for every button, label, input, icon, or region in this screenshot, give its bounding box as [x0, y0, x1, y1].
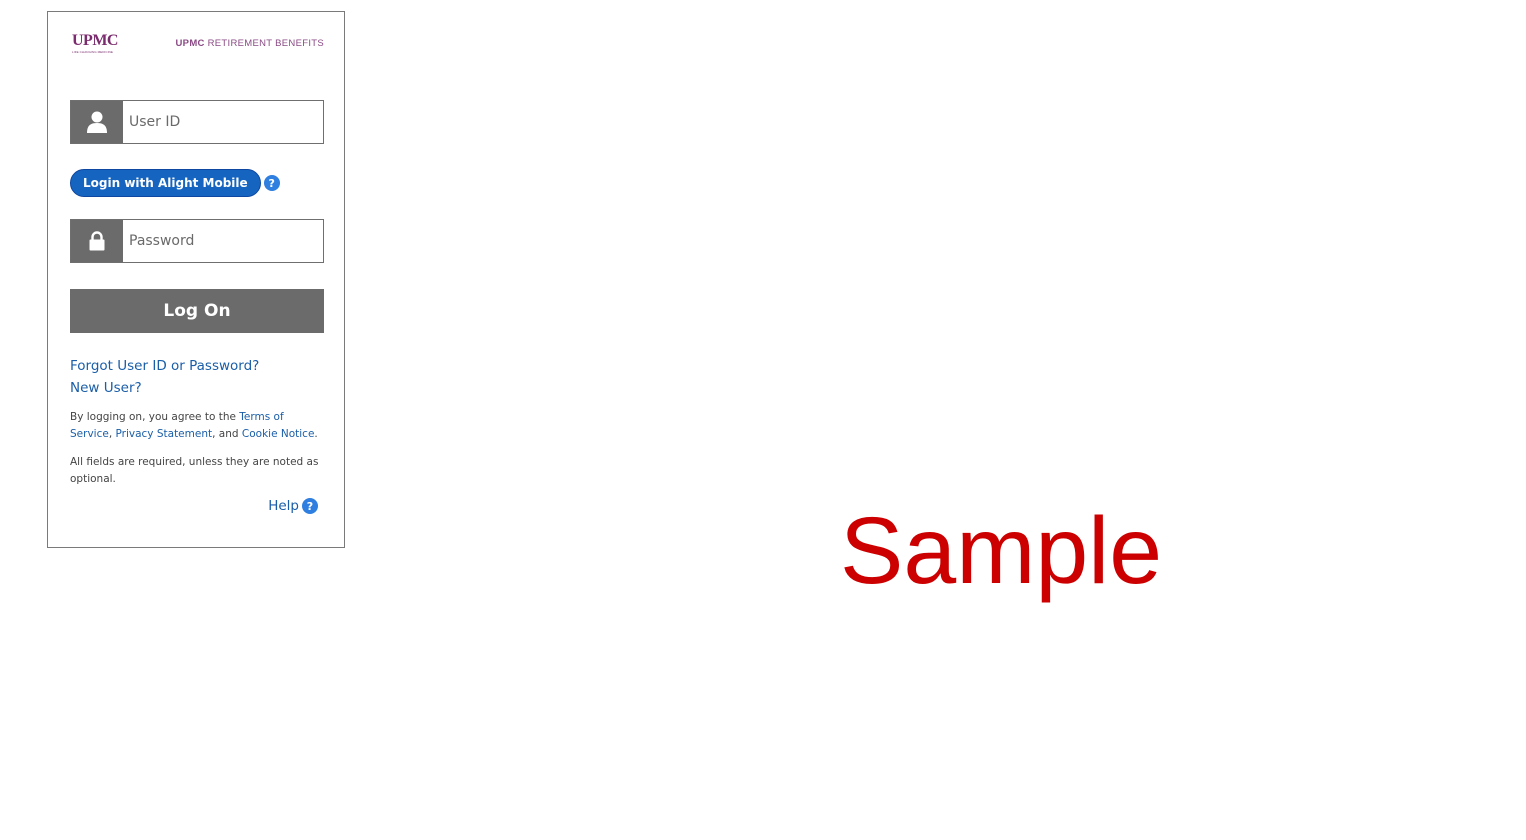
alight-login-row: Login with Alight Mobile ?: [70, 169, 280, 197]
help-link[interactable]: Help: [268, 498, 299, 514]
legal-agreement-text: By logging on, you agree to the Terms of…: [70, 409, 324, 443]
log-on-button[interactable]: Log On: [70, 289, 324, 333]
legal-prefix: By logging on, you agree to the: [70, 411, 240, 423]
upmc-logo-tagline: LIFE CHANGING MEDICINE: [72, 50, 114, 54]
legal-comma: ,: [108, 428, 113, 440]
new-user-link[interactable]: New User?: [70, 377, 259, 399]
help-row: Help ?: [268, 498, 318, 514]
legal-period: .: [314, 428, 318, 440]
login-card: UPMC LIFE CHANGING MEDICINE UPMC RETIREM…: [47, 11, 345, 548]
sample-watermark: Sample: [840, 498, 1163, 604]
header-logos: UPMC LIFE CHANGING MEDICINE UPMC RETIREM…: [72, 32, 324, 56]
help-icon[interactable]: ?: [302, 498, 318, 514]
upmc-logo: UPMC LIFE CHANGING MEDICINE: [72, 32, 118, 54]
user-id-field: [70, 100, 324, 144]
alight-help-icon[interactable]: ?: [263, 175, 280, 191]
password-input[interactable]: [123, 220, 323, 262]
cookie-notice-link[interactable]: Cookie Notice: [242, 428, 315, 440]
legal-and: , and: [212, 428, 242, 440]
site-name: UPMC RETIREMENT BENEFITS: [176, 38, 324, 49]
privacy-statement-link[interactable]: Privacy Statement: [116, 428, 213, 440]
forgot-credentials-link[interactable]: Forgot User ID or Password?: [70, 355, 259, 377]
account-links: Forgot User ID or Password? New User?: [70, 355, 259, 399]
password-field: [70, 219, 324, 263]
person-icon: [71, 101, 123, 143]
site-name-bold: UPMC: [175, 38, 205, 49]
required-fields-note: All fields are required, unless they are…: [70, 456, 319, 485]
user-id-input[interactable]: [123, 101, 323, 143]
site-name-rest: RETIREMENT BENEFITS: [204, 38, 324, 49]
alight-mobile-login-button[interactable]: Login with Alight Mobile: [70, 169, 261, 197]
lock-icon: [71, 220, 123, 262]
upmc-logo-text: UPMC: [72, 32, 118, 49]
